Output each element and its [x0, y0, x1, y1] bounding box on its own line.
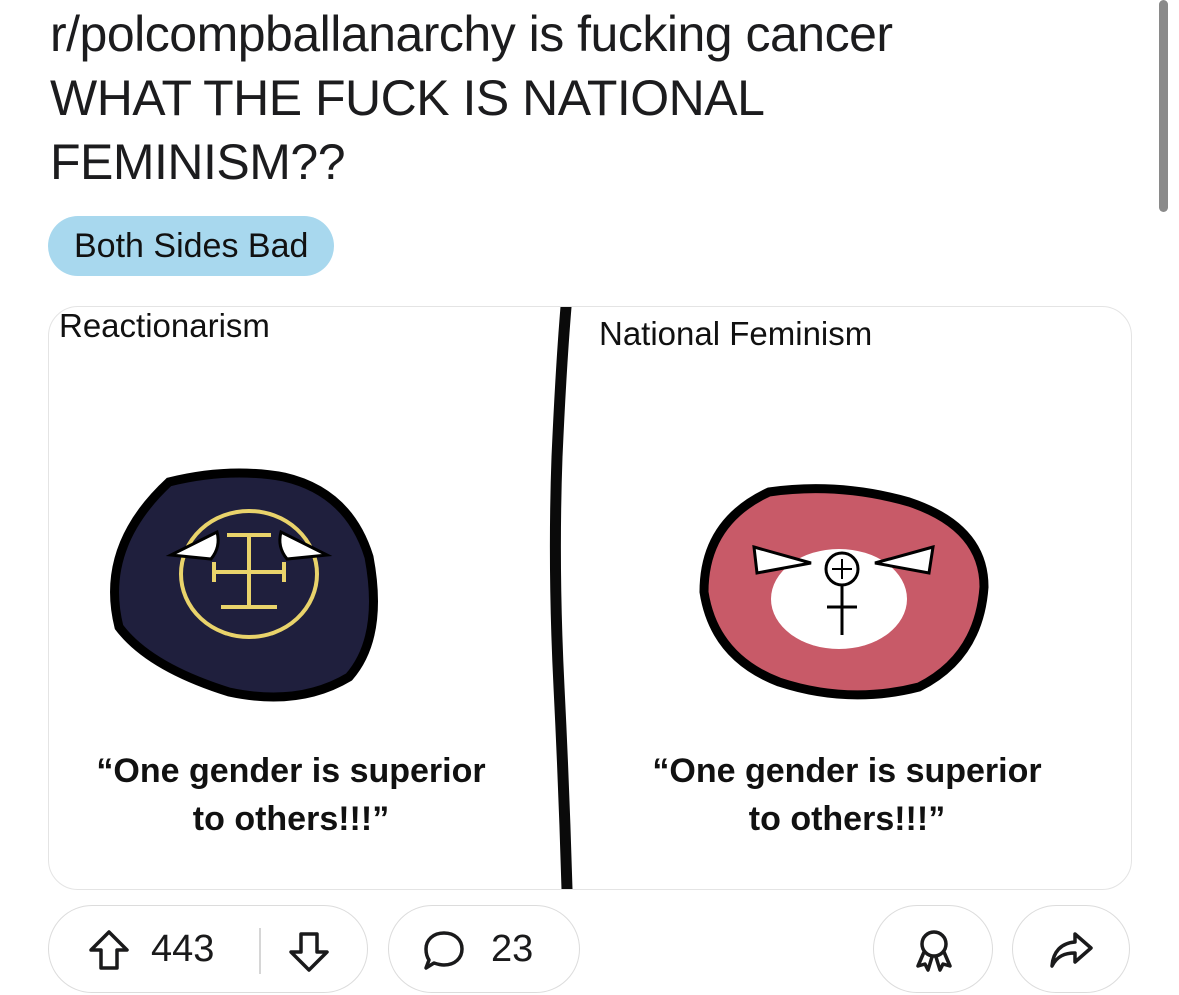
scrollbar[interactable]	[1159, 0, 1168, 212]
comment-button[interactable]: 23	[388, 905, 580, 993]
comment-count: 23	[491, 928, 534, 970]
arrow-up-icon[interactable]	[87, 928, 131, 972]
right-quote-line-1: “One gender is superior	[652, 752, 1042, 790]
panel-divider	[549, 307, 573, 889]
speech-bubble-icon	[424, 931, 464, 970]
share-arrow-icon	[1050, 932, 1093, 968]
post-title-line-1: r/polcompballanarchy is fucking cancer	[50, 6, 893, 62]
vote-count: 443	[151, 928, 215, 970]
reactionarism-ball	[110, 468, 378, 702]
right-panel-quote: “One gender is superior to others!!!”	[627, 747, 1067, 843]
share-button[interactable]	[1012, 905, 1130, 993]
post-flair[interactable]: Both Sides Bad	[48, 216, 335, 276]
post-title-line-2: WHAT THE FUCK IS NATIONAL	[50, 70, 765, 126]
post-title: r/polcompballanarchy is fucking cancer W…	[50, 2, 1140, 194]
post-image[interactable]: Reactionarism National Feminism “One gen…	[48, 306, 1132, 890]
left-quote-line-1: “One gender is superior	[96, 752, 486, 790]
arrow-down-icon[interactable]	[287, 930, 331, 974]
right-quote-line-2: to others!!!”	[748, 800, 946, 838]
vote-bar: 443	[48, 905, 368, 993]
left-quote-line-2: to others!!!”	[192, 800, 390, 838]
post-title-line-3: FEMINISM??	[50, 134, 346, 190]
right-panel-title: National Feminism	[599, 315, 873, 352]
left-panel-quote: “One gender is superior to others!!!”	[71, 747, 511, 843]
award-icon	[916, 930, 952, 972]
award-button[interactable]	[873, 905, 993, 993]
vote-divider	[259, 928, 261, 974]
left-panel-title: Reactionarism	[59, 307, 270, 344]
